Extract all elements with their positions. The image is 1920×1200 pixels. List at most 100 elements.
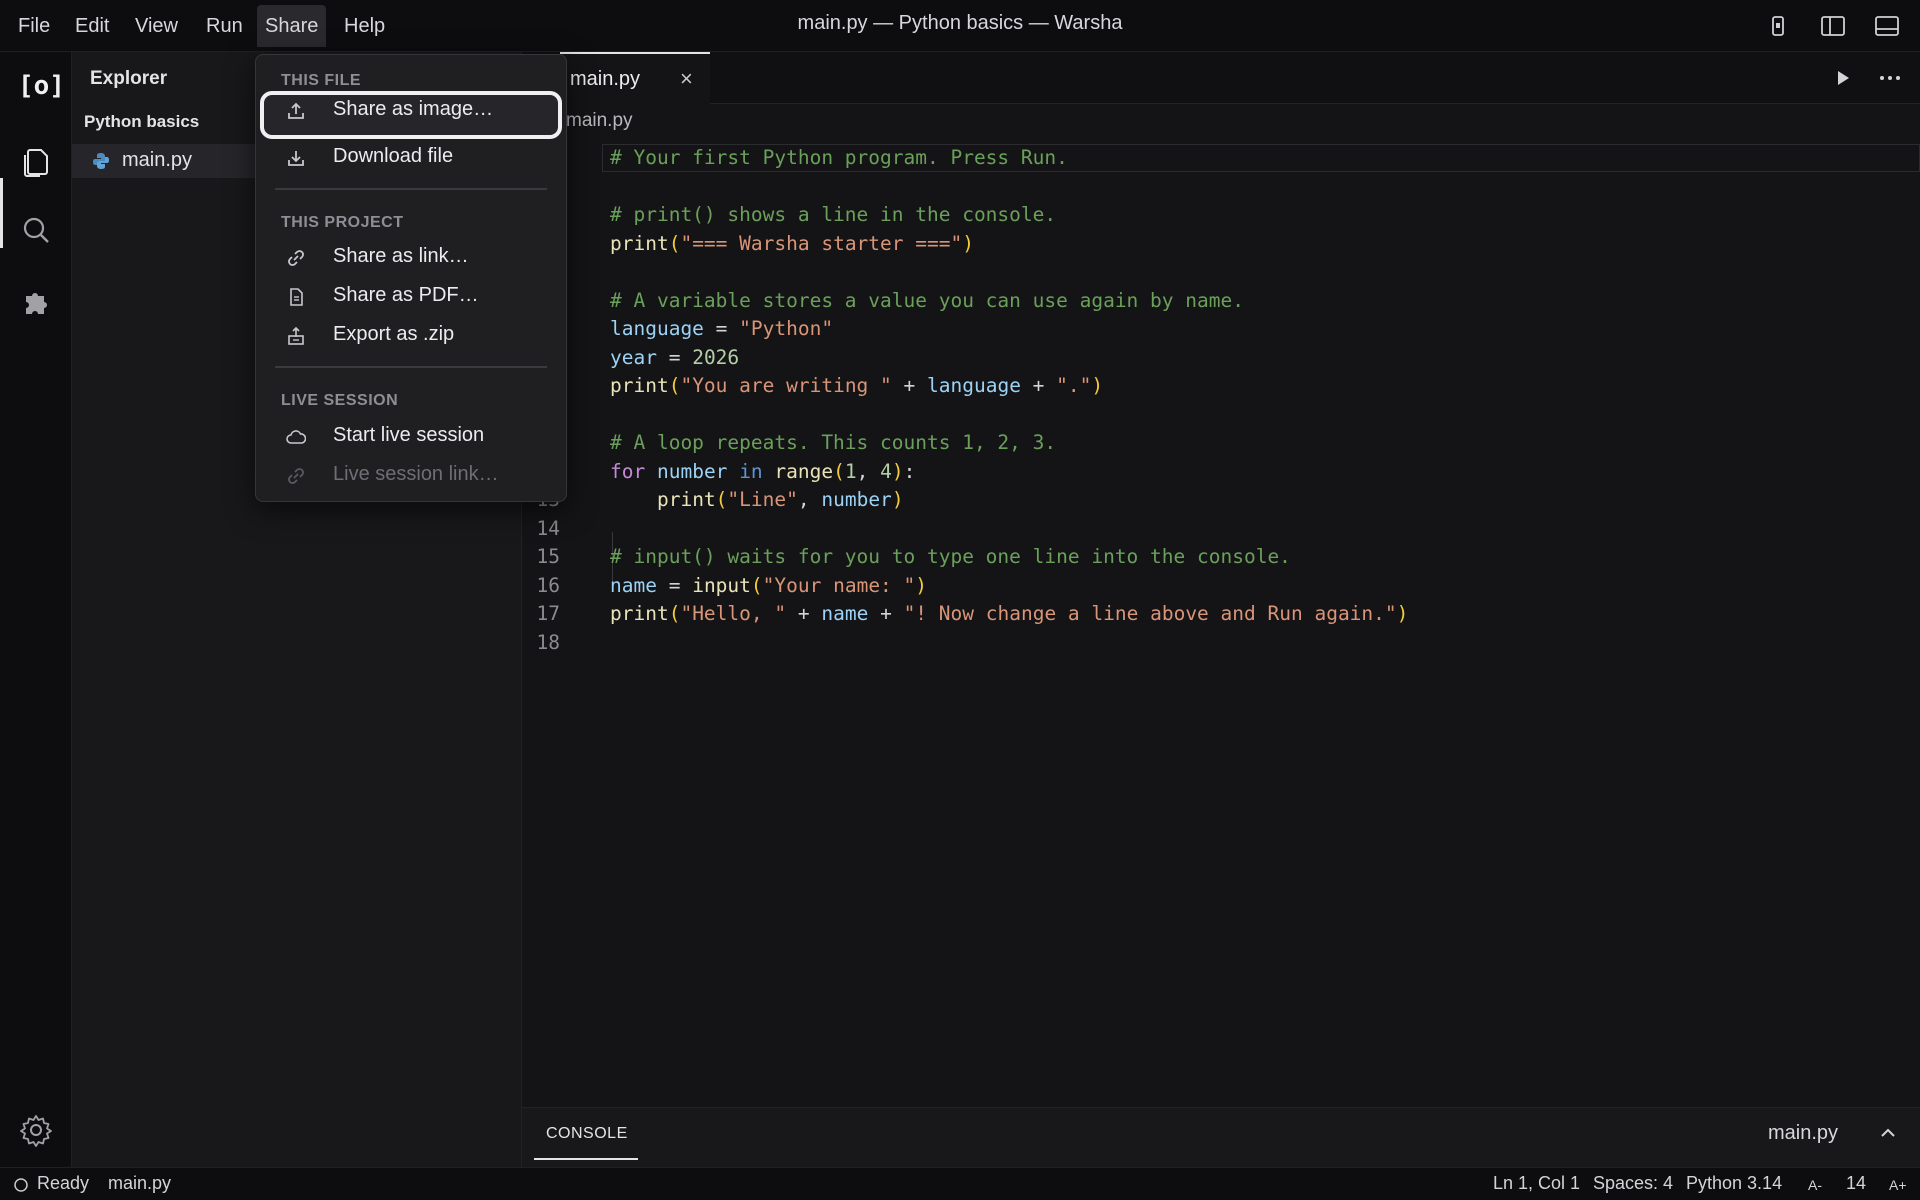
- code-token: for: [610, 459, 646, 483]
- explorer-title: Explorer: [90, 68, 168, 89]
- menu-separator: [275, 366, 547, 368]
- code-token: "! Now change a line above and Run again…: [903, 602, 1397, 625]
- code-token: input: [692, 573, 751, 597]
- code-text: for number in range(1, 4):: [610, 458, 915, 486]
- code-token: =: [703, 317, 740, 340]
- font-increase-button[interactable]: A+: [1889, 1177, 1907, 1193]
- code-line[interactable]: 18: [522, 629, 1920, 657]
- extensions-icon[interactable]: [18, 284, 54, 320]
- code-token: # input() waits for you to type one line…: [610, 545, 1291, 568]
- code-line[interactable]: 1# Your first Python program. Press Run.: [522, 144, 1920, 172]
- code-token: +: [891, 374, 928, 397]
- code-token: print: [610, 231, 669, 255]
- code-token: (: [833, 459, 845, 483]
- download-file-item[interactable]: Download file: [260, 138, 562, 176]
- code-token: "Line": [727, 488, 798, 511]
- line-number: 14: [536, 516, 560, 540]
- code-line[interactable]: 13 print("Line", number): [522, 486, 1920, 514]
- code-line[interactable]: 5: [522, 258, 1920, 286]
- code-text: # A loop repeats. This counts 1, 2, 3.: [610, 429, 1056, 457]
- font-decrease-button[interactable]: A-: [1808, 1177, 1822, 1193]
- toggle-panel-icon[interactable]: [1874, 14, 1900, 38]
- code-line[interactable]: 11# A loop repeats. This counts 1, 2, 3.: [522, 429, 1920, 457]
- close-icon[interactable]: ×: [680, 66, 693, 92]
- settings-gear-icon[interactable]: [18, 1112, 54, 1148]
- export-zip-item[interactable]: Export as .zip: [260, 316, 562, 354]
- files-icon[interactable]: [18, 144, 54, 180]
- line-number: 16: [536, 573, 560, 597]
- menu-share[interactable]: Share: [257, 5, 327, 47]
- code-text: language = "Python": [610, 315, 833, 343]
- search-icon[interactable]: [18, 212, 54, 248]
- code-token: ): [1396, 602, 1409, 625]
- code-token: (: [715, 488, 728, 511]
- code-line[interactable]: 15 # input() waits for you to type one li…: [522, 543, 1920, 571]
- mobile-preview-icon[interactable]: [1765, 14, 1791, 38]
- chevron-up-icon[interactable]: [1880, 1126, 1896, 1138]
- share-as-image-label: Share as image…: [333, 98, 494, 120]
- code-text: # input() waits for you to type one line…: [610, 543, 1291, 571]
- share-as-link-item[interactable]: Share as link…: [260, 238, 562, 276]
- menu-view[interactable]: View: [127, 10, 186, 42]
- code-line[interactable]: 2: [522, 173, 1920, 201]
- toggle-sidebar-icon[interactable]: [1820, 14, 1846, 38]
- code-token: ,: [856, 459, 881, 483]
- file-name-label: main.py: [122, 149, 193, 171]
- tab-console[interactable]: CONSOLE: [534, 1108, 638, 1160]
- share-menu: THIS FILE Share as image… Download file …: [255, 54, 567, 502]
- code-token: =: [656, 345, 693, 369]
- code-token: +: [868, 602, 904, 625]
- menu-edit[interactable]: Edit: [67, 10, 117, 42]
- code-token: ): [915, 573, 928, 597]
- menu-run[interactable]: Run: [198, 10, 251, 42]
- code-line[interactable]: 6# A variable stores a value you can use…: [522, 287, 1920, 315]
- code-line[interactable]: 17 print("Hello, " + name + "! Now change…: [522, 600, 1920, 628]
- code-token: language: [610, 317, 704, 340]
- code-line[interactable]: 12for number in range(1, 4):: [522, 458, 1920, 486]
- menu-file[interactable]: File: [10, 10, 58, 42]
- code-token: 1: [844, 459, 857, 483]
- code-token: print: [610, 374, 669, 397]
- code-token: ): [962, 231, 974, 255]
- share-as-image-item[interactable]: Share as image…: [260, 91, 562, 139]
- code-text: # Your first Python program. Press Run.: [610, 144, 1068, 172]
- project-name[interactable]: Python basics: [84, 112, 199, 132]
- code-token: "Your name: ": [762, 573, 916, 597]
- code-line[interactable]: 3# print() shows a line in the console.: [522, 201, 1920, 229]
- code-line[interactable]: 16 name = input("Your name: "): [522, 572, 1920, 600]
- tab-main-py[interactable]: main.py ×: [560, 52, 710, 104]
- code-line[interactable]: 9print("You are writing " + language + "…: [522, 372, 1920, 400]
- code-token: :: [903, 459, 916, 483]
- code-line[interactable]: 10: [522, 401, 1920, 429]
- more-options-icon[interactable]: [1878, 68, 1902, 88]
- line-number: 18: [536, 630, 560, 654]
- language-mode[interactable]: Python 3.14: [1686, 1173, 1782, 1194]
- code-token: range: [774, 459, 834, 483]
- code-token: 2026: [692, 345, 740, 369]
- code-line[interactable]: 4print("=== Warsha starter ==="): [522, 230, 1920, 258]
- cursor-position[interactable]: Ln 1, Col 1: [1493, 1173, 1580, 1194]
- indentation-setting[interactable]: Spaces: 4: [1593, 1173, 1673, 1194]
- share-as-pdf-item[interactable]: Share as PDF…: [260, 277, 562, 315]
- breadcrumb[interactable]: main.py: [566, 110, 633, 132]
- menu-help[interactable]: Help: [336, 10, 393, 42]
- code-token: name: [610, 573, 657, 597]
- code-line[interactable]: 14: [522, 515, 1920, 543]
- start-live-session-label: Start live session: [333, 424, 485, 446]
- app-logo-icon: [o]: [18, 71, 65, 101]
- link-icon: [288, 250, 304, 266]
- run-icon[interactable]: [1834, 68, 1852, 88]
- python-file-icon: [93, 153, 109, 169]
- code-line[interactable]: 7language = "Python": [522, 315, 1920, 343]
- code-token: language: [927, 374, 1021, 397]
- code-token: =: [656, 573, 693, 597]
- download-file-label: Download file: [333, 145, 454, 167]
- code-text: print("Line", number): [610, 486, 904, 514]
- code-token: "Python": [739, 317, 834, 340]
- code-line[interactable]: 8year = 2026: [522, 344, 1920, 372]
- start-live-session-item[interactable]: Start live session: [260, 417, 562, 455]
- export-icon: [288, 326, 304, 345]
